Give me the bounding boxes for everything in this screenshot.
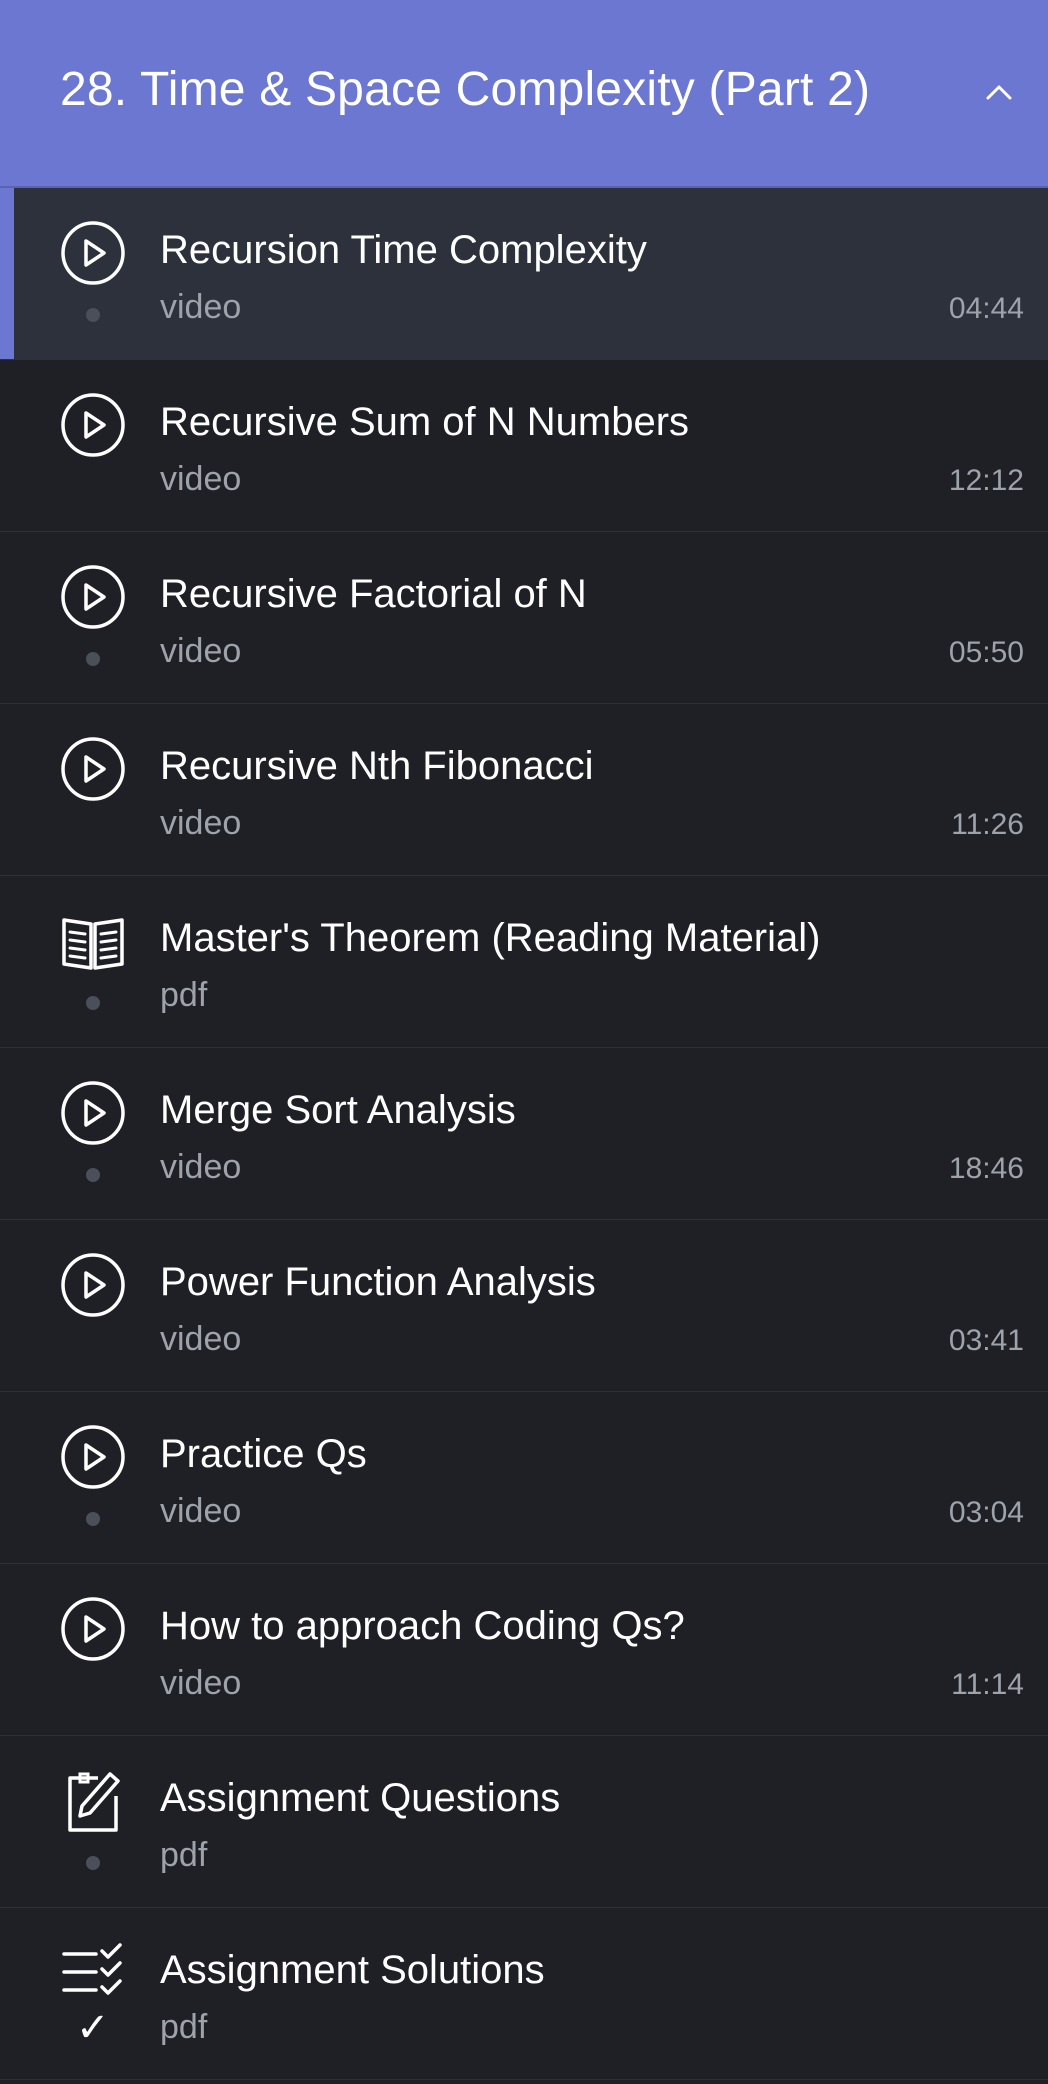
lesson-title: Recursive Sum of N Numbers	[160, 400, 690, 444]
play-circle-icon	[58, 218, 128, 288]
lesson-title: Recursive Factorial of N	[160, 572, 587, 616]
section-title: 28. Time & Space Complexity (Part 2)	[60, 63, 871, 116]
lesson-duration: 03:41	[948, 1324, 1024, 1357]
progress-dot	[86, 308, 100, 322]
play-circle-icon	[58, 1422, 128, 1492]
play-circle-icon	[58, 1078, 128, 1148]
lesson-duration: 03:04	[948, 1496, 1024, 1529]
lesson-duration: 18:46	[948, 1152, 1024, 1185]
open-book-icon	[58, 906, 128, 976]
lesson-title: Merge Sort Analysis	[160, 1088, 516, 1132]
play-circle-icon	[58, 1250, 128, 1320]
lesson-type: video	[160, 1320, 242, 1358]
lesson-item[interactable]: How to approach Coding Qs? video 11:14	[0, 1564, 1048, 1736]
edit-note-icon	[58, 1766, 128, 1836]
progress-dot	[86, 652, 100, 666]
lesson-item[interactable]: Recursive Nth Fibonacci video 11:26	[0, 704, 1048, 876]
play-circle-icon	[58, 1594, 128, 1664]
lesson-duration: 12:12	[948, 464, 1024, 497]
lesson-title: Recursive Nth Fibonacci	[160, 744, 594, 788]
progress-dot	[86, 1856, 100, 1870]
lesson-title: Assignment Questions	[160, 1776, 561, 1820]
progress-dot	[86, 1168, 100, 1182]
lesson-item[interactable]: Assignment Solutions pdf ✓	[0, 1908, 1048, 2080]
lesson-type: video	[160, 632, 242, 670]
lesson-item[interactable]: Recursive Sum of N Numbers video 12:12	[0, 360, 1048, 532]
lesson-title: Power Function Analysis	[160, 1260, 596, 1304]
lesson-duration: 04:44	[948, 292, 1024, 325]
lesson-item[interactable]: Master's Theorem (Reading Material) pdf	[0, 876, 1048, 1048]
lesson-item[interactable]: Merge Sort Analysis video 18:46	[0, 1048, 1048, 1220]
lesson-title: Practice Qs	[160, 1432, 367, 1476]
lesson-title: Recursion Time Complexity	[160, 228, 647, 272]
play-circle-icon	[58, 562, 128, 632]
lesson-duration: 11:14	[951, 1668, 1024, 1701]
lesson-title: How to approach Coding Qs?	[160, 1604, 685, 1648]
lesson-type: video	[160, 288, 242, 326]
lesson-list: Recursion Time Complexity video 04:44 Recur…	[0, 188, 1048, 2080]
lesson-type: video	[160, 804, 242, 842]
lesson-duration: 05:50	[948, 636, 1024, 669]
lesson-type: video	[160, 1664, 242, 1702]
lesson-type: video	[160, 1148, 242, 1186]
completed-check-icon: ✓	[76, 2006, 110, 2050]
lesson-type: pdf	[160, 2008, 208, 2046]
play-circle-icon	[58, 734, 128, 804]
lesson-item[interactable]: Assignment Questions pdf	[0, 1736, 1048, 1908]
progress-dot	[86, 996, 100, 1010]
chevron-up-icon[interactable]	[982, 78, 1016, 108]
lesson-type: pdf	[160, 976, 208, 1014]
lesson-duration: 11:26	[951, 808, 1024, 841]
play-circle-icon	[58, 390, 128, 460]
progress-dot	[86, 1512, 100, 1526]
lesson-type: video	[160, 1492, 242, 1530]
lesson-item[interactable]: Recursion Time Complexity video 04:44	[0, 188, 1048, 360]
active-indicator	[0, 188, 14, 359]
section-header[interactable]: 28. Time & Space Complexity (Part 2)	[0, 0, 1048, 188]
lesson-type: video	[160, 460, 242, 498]
checklist-icon	[58, 1938, 128, 2008]
lesson-item[interactable]: Power Function Analysis video 03:41	[0, 1220, 1048, 1392]
lesson-title: Assignment Solutions	[160, 1948, 545, 1992]
lesson-item[interactable]: Practice Qs video 03:04	[0, 1392, 1048, 1564]
lesson-type: pdf	[160, 1836, 208, 1874]
lesson-title: Master's Theorem (Reading Material)	[160, 916, 821, 960]
lesson-item[interactable]: Recursive Factorial of N video 05:50	[0, 532, 1048, 704]
